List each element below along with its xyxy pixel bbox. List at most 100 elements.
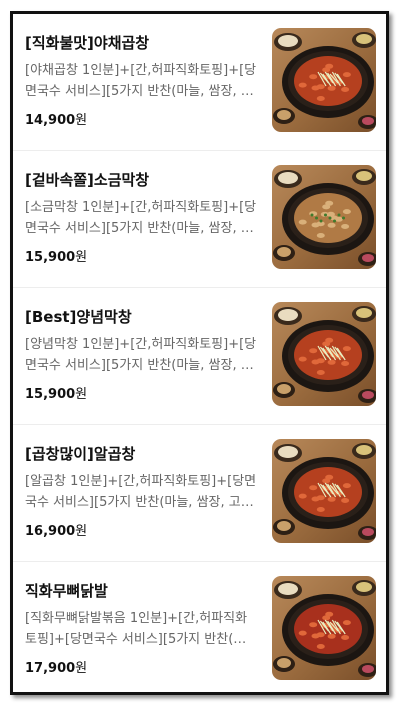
food-piece <box>316 370 325 375</box>
garnish-leaf <box>328 216 332 220</box>
menu-item[interactable]: [Best]양념막창 [양념막창 1인분]+[간,허파직화토핑]+[당면국수 서… <box>13 288 386 425</box>
price-value: 15,900 <box>25 250 76 265</box>
food-piece <box>327 85 336 91</box>
garnish-leaf <box>333 219 336 223</box>
menu-item-price: 16,900원 <box>25 520 87 539</box>
side-dish-food <box>278 35 298 47</box>
price-currency: 원 <box>75 524 88 539</box>
food-piece <box>309 348 318 354</box>
food-photo[interactable] <box>272 165 376 269</box>
side-dish-food <box>362 391 374 399</box>
food-piece <box>311 359 320 365</box>
side-dish-food <box>277 247 291 257</box>
food-piece <box>334 216 343 222</box>
food-piece <box>325 337 334 343</box>
food-piece <box>342 72 351 78</box>
food-piece <box>327 496 336 502</box>
side-dish-food <box>356 445 372 455</box>
side-dish-food <box>356 34 372 44</box>
side-dish-food <box>278 446 298 458</box>
side-dish-food <box>356 308 372 318</box>
price-currency: 원 <box>75 113 88 128</box>
food-piece <box>316 644 325 649</box>
food-piece <box>298 356 307 362</box>
food-piece <box>298 630 307 636</box>
price-currency: 원 <box>75 661 88 676</box>
side-dish-food <box>362 254 374 262</box>
food-photo-graphic <box>273 169 376 266</box>
food-piece <box>311 496 320 502</box>
side-dish-food <box>278 583 298 595</box>
menu-item-title: [겉바속쫄]소금막창 <box>25 171 150 189</box>
food-photo[interactable] <box>272 439 376 543</box>
food-piece <box>341 224 350 229</box>
menu-item[interactable]: 직화무뼈닭발 [직화무뼈닭발볶음 1인분]+[간,허파직화토핑]+[당면국수 서… <box>13 562 386 692</box>
food-photo[interactable] <box>272 302 376 406</box>
food-piece <box>325 200 334 206</box>
food-photo-graphic <box>273 443 376 540</box>
food-piece <box>342 483 351 489</box>
side-dish-food <box>278 172 298 184</box>
menu-item-description: [알곱창 1인분]+[간,허파직화토핑]+[당면국수 서비스][5가지 반찬(마… <box>25 474 257 510</box>
menu-item[interactable]: [겉바속쫄]소금막창 [소금막창 1인분]+[간,허파직화토핑]+[당면국수 서… <box>13 151 386 288</box>
menu-item-title: 직화무뼈닭발 <box>25 582 108 600</box>
food-piece <box>311 222 320 228</box>
menu-item[interactable]: [직화불맛]야채곱창 [야채곱창 1인분]+[간,허파직화토핑]+[당면국수 서… <box>13 14 386 151</box>
food-piece <box>342 209 351 215</box>
price-value: 16,900 <box>25 524 76 539</box>
menu-item-title: [Best]양념막창 <box>25 308 132 326</box>
menu-item-description: [양념막창 1인분]+[간,허파직화토핑]+[당면국수 서비스][5가지 반찬(… <box>25 337 257 373</box>
side-dish-food <box>278 309 298 321</box>
food-piece <box>298 493 307 499</box>
food-photo[interactable] <box>272 28 376 132</box>
side-dish-food <box>277 658 291 668</box>
side-dish-food <box>356 171 372 181</box>
garnish-leaf <box>324 213 327 217</box>
food-piece <box>298 219 307 225</box>
garnish-leaf <box>342 216 345 220</box>
food-piece <box>316 507 325 512</box>
food-piece <box>341 87 350 92</box>
food-photo-graphic <box>273 580 376 677</box>
food-piece <box>298 82 307 88</box>
food-piece <box>311 85 320 91</box>
food-piece <box>327 633 336 639</box>
food-piece <box>342 346 351 352</box>
food-photo-graphic <box>273 306 376 403</box>
menu-item-description: [야채곱창 1인분]+[간,허파직화토핑]+[당면국수 서비스][5가지 반찬(… <box>25 63 257 99</box>
food-piece <box>325 611 334 617</box>
side-dish-food <box>362 117 374 125</box>
menu-list: [직화불맛]야채곱창 [야채곱창 1인분]+[간,허파직화토핑]+[당면국수 서… <box>10 11 389 695</box>
menu-item[interactable]: [곱창많이]알곱창 [알곱창 1인분]+[간,허파직화토핑]+[당면국수 서비스… <box>13 425 386 562</box>
food-piece <box>309 485 318 491</box>
price-value: 17,900 <box>25 661 76 676</box>
food-piece <box>341 361 350 366</box>
menu-item-description: [소금막창 1인분]+[간,허파직화토핑]+[당면국수 서비스][5가지 반찬(… <box>25 200 257 236</box>
side-dish-food <box>277 521 291 531</box>
garnish-leaf <box>315 216 318 220</box>
food-piece <box>342 620 351 626</box>
food-photo-graphic <box>273 32 376 129</box>
price-value: 15,900 <box>25 387 76 402</box>
food-photo[interactable] <box>272 576 376 680</box>
menu-item-price: 17,900원 <box>25 657 87 676</box>
garnish-leaf <box>337 213 341 217</box>
menu-item-title: [직화불맛]야채곱창 <box>25 34 150 52</box>
food-piece <box>311 633 320 639</box>
price-currency: 원 <box>75 387 88 402</box>
menu-item-price: 14,900원 <box>25 109 87 128</box>
food-piece <box>341 635 350 640</box>
food-piece <box>341 498 350 503</box>
menu-item-description: [직화무뼈닭발볶음 1인분]+[간,허파직화토핑]+[당면국수 서비스][5가지… <box>25 611 248 647</box>
menu-item-title: [곱창많이]알곱창 <box>25 445 136 463</box>
garnish-leaf <box>310 213 314 217</box>
food-piece <box>316 233 325 238</box>
side-dish-food <box>362 665 374 673</box>
food-piece <box>309 74 318 80</box>
side-dish-food <box>356 582 372 592</box>
menu-item-price: 15,900원 <box>25 383 87 402</box>
food-piece <box>325 63 334 69</box>
garnish-leaf <box>319 219 323 223</box>
food-piece <box>309 622 318 628</box>
food-piece <box>325 474 334 480</box>
